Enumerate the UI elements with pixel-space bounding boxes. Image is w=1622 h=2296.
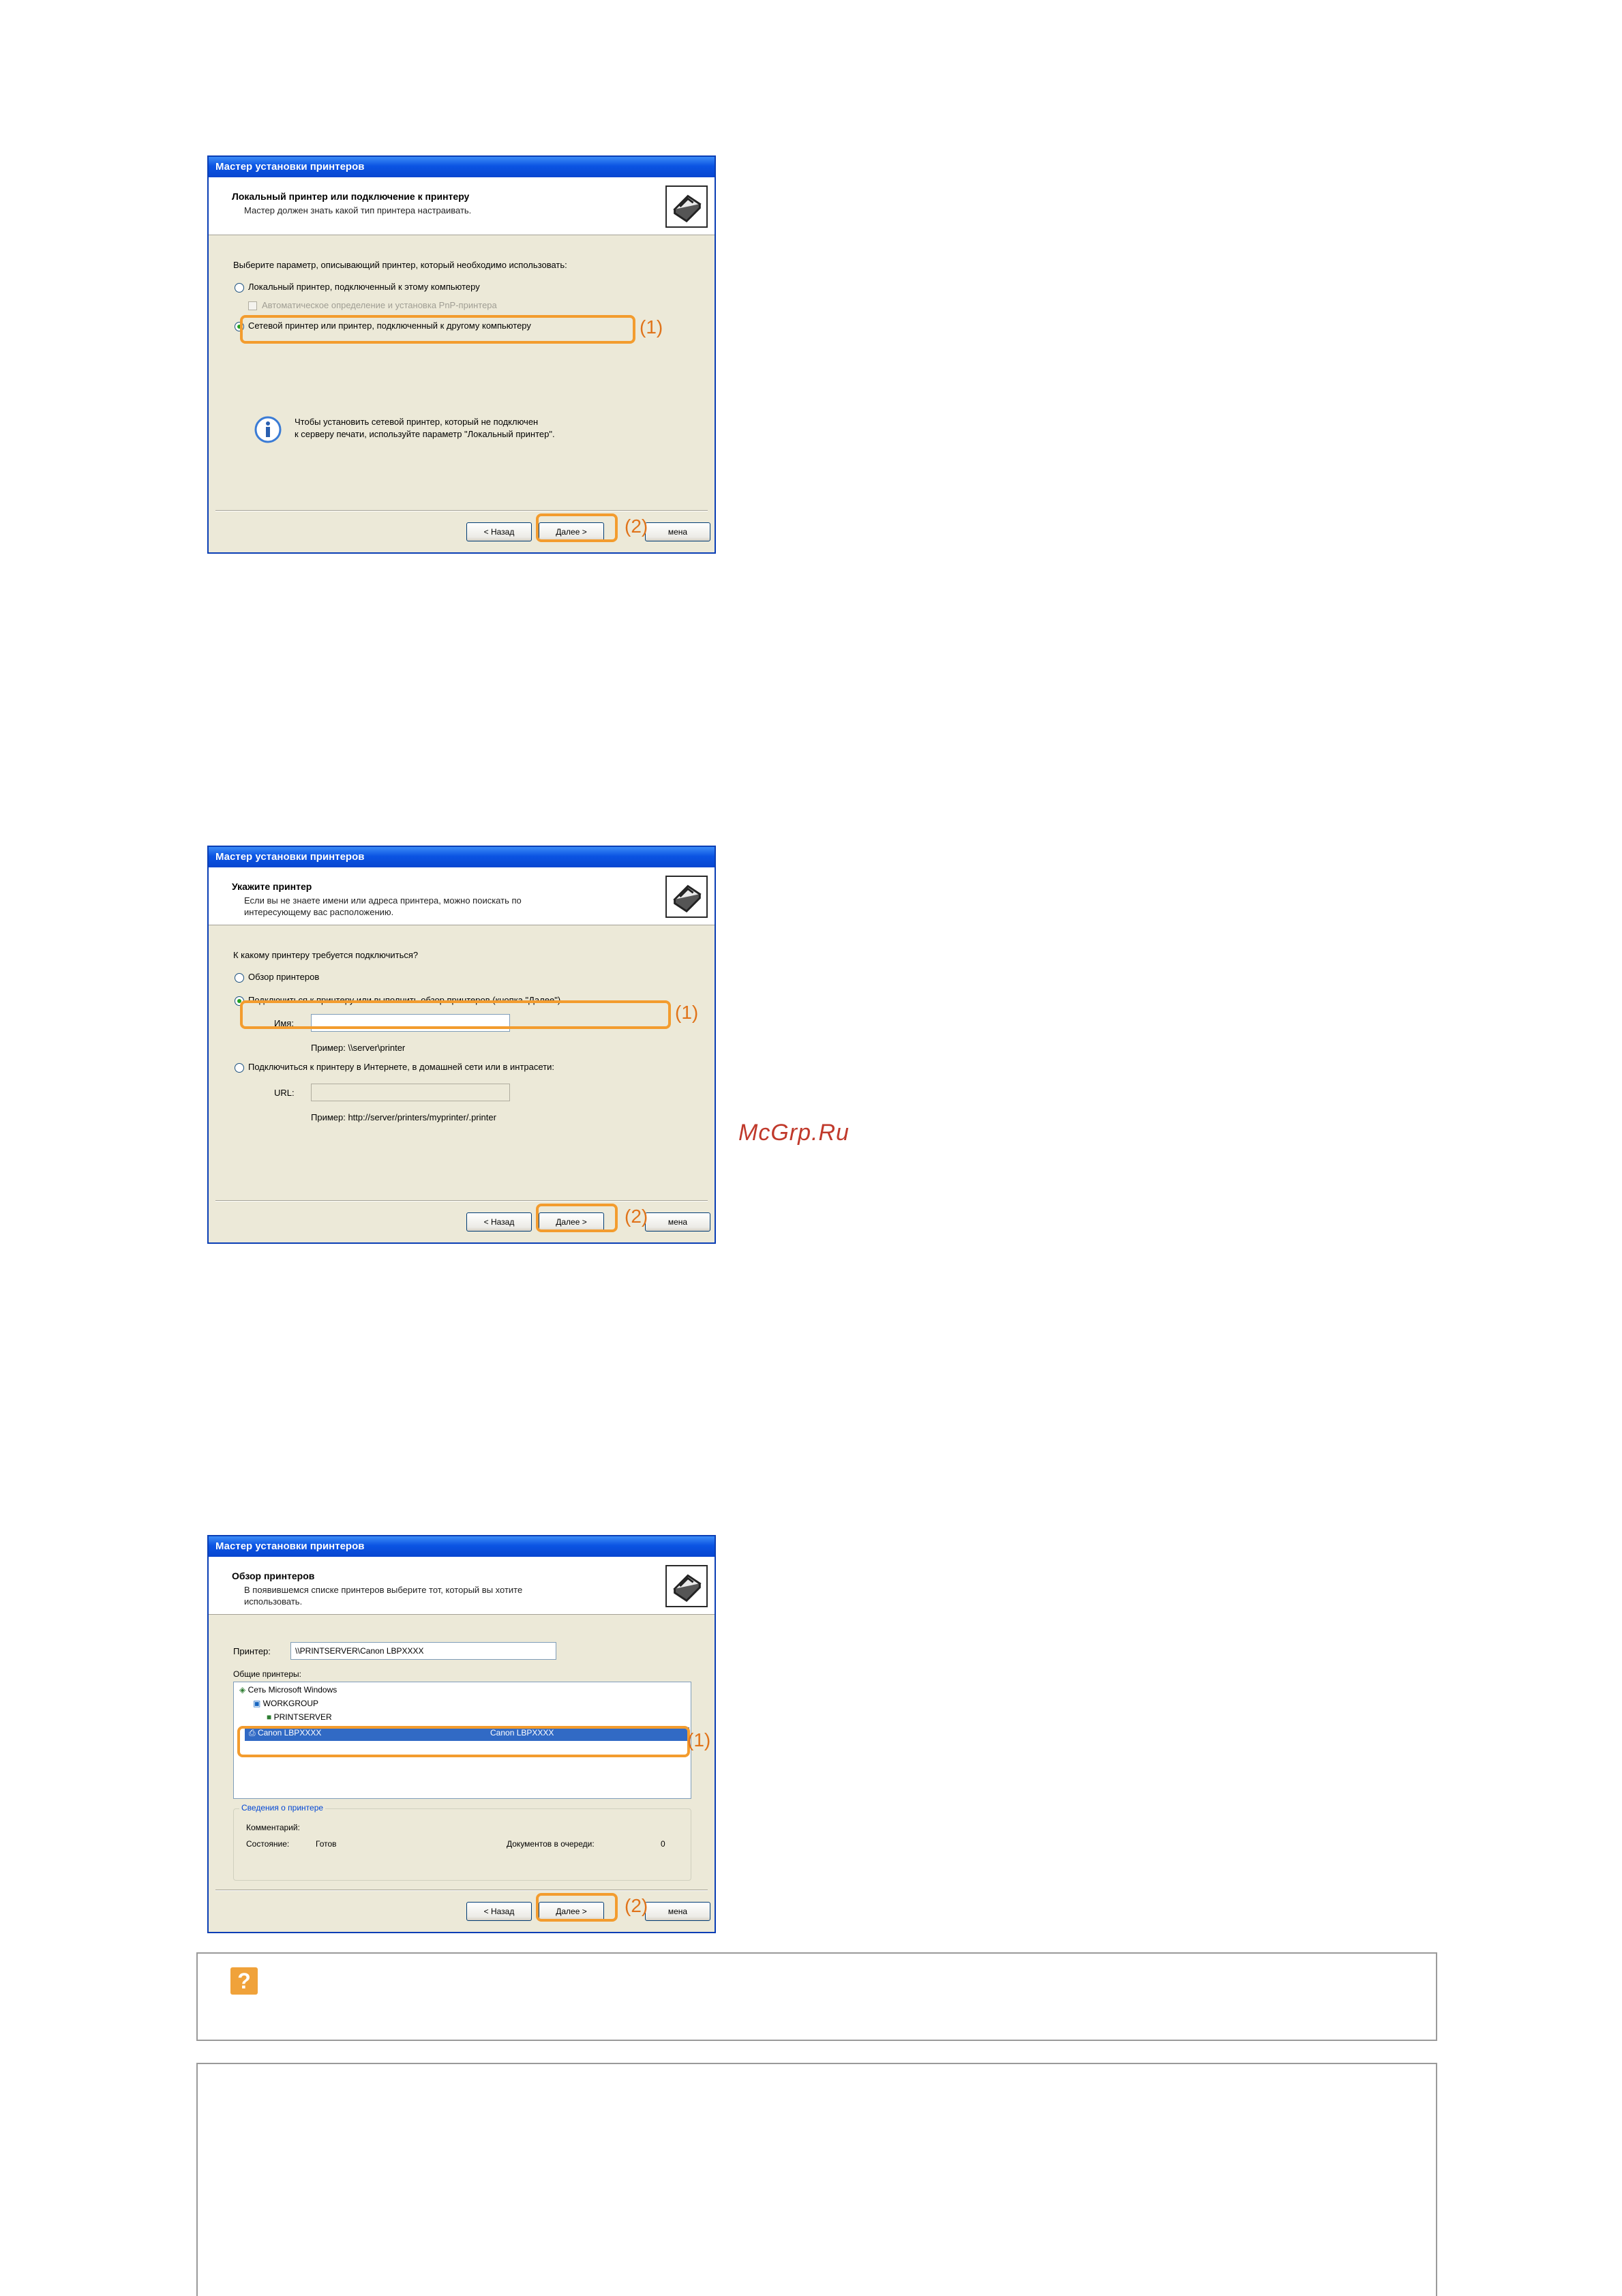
highlight-printer-row (237, 1726, 690, 1757)
workgroup-icon: ▣ (253, 1699, 263, 1708)
back-button[interactable]: < Назад (466, 1902, 532, 1921)
printer-path-input[interactable]: \\PRINTSERVER\Canon LBPXXXX (290, 1642, 556, 1660)
printer-wizard-icon (665, 1565, 708, 1607)
highlight-next-button (536, 1204, 618, 1232)
watermark-text: McGrp.Ru (738, 1120, 850, 1146)
status-value: Готов (316, 1839, 337, 1849)
wizard-window-1: Мастер установки принтеров Локальный при… (207, 155, 716, 554)
question-icon: ? (230, 1967, 258, 1995)
wizard-header: Локальный принтер или подключение к прин… (209, 177, 715, 235)
wizard-header: Укажите принтер Если вы не знаете имени … (209, 867, 715, 925)
wizard-window-2: Мастер установки принтеров Укажите принт… (207, 846, 716, 1244)
radio-local-label: Локальный принтер, подключенный к этому … (248, 282, 480, 292)
header-subtitle-line-1: Если вы не знаете имени или адреса принт… (244, 895, 522, 906)
queue-value: 0 (661, 1839, 665, 1849)
footer-divider (215, 510, 708, 511)
annotation-2: (2) (625, 1206, 648, 1227)
header-subtitle-line-2: интересующему вас расположению. (244, 907, 394, 917)
header-subtitle-line-1: В появившемся списке принтеров выберите … (244, 1585, 523, 1595)
url-label: URL: (274, 1088, 295, 1098)
header-title: Обзор принтеров (232, 1570, 315, 1581)
wizard-header: Обзор принтеров В появившемся списке при… (209, 1557, 715, 1615)
highlight-next-button (536, 1893, 618, 1922)
cancel-button[interactable]: мена (645, 1212, 710, 1232)
computer-icon: ■ (267, 1712, 274, 1722)
tree-label: PRINTSERVER (273, 1712, 332, 1722)
header-subtitle: В появившемся списке принтеров выберите … (244, 1584, 626, 1607)
printer-wizard-icon (665, 185, 708, 228)
printer-info-group: Сведения о принтере Комментарий: Состоян… (233, 1803, 691, 1881)
queue-label: Документов в очереди: (507, 1839, 595, 1849)
tree-item-server[interactable]: ■ PRINTSERVER (267, 1712, 332, 1722)
cancel-button[interactable]: мена (645, 522, 710, 541)
wizard-body: Выберите параметр, описывающий принтер, … (209, 235, 715, 510)
annotation-1: (1) (675, 1002, 699, 1023)
back-button[interactable]: < Назад (466, 522, 532, 541)
shared-printers-label: Общие принтеры: (233, 1669, 301, 1679)
comment-label: Комментарий: (246, 1823, 300, 1832)
pnp-checkbox-label: Автоматическое определение и установка P… (262, 300, 497, 310)
footer-divider (215, 1200, 708, 1202)
cancel-button[interactable]: мена (645, 1902, 710, 1921)
annotation-1: (1) (640, 316, 663, 338)
info-line-2: к серверу печати, используйте параметр "… (295, 429, 555, 439)
radio-internet[interactable] (235, 1063, 244, 1073)
header-subtitle: Мастер должен знать какой тип принтера н… (244, 205, 472, 215)
highlight-network-option (240, 315, 635, 344)
highlight-next-button (536, 513, 618, 542)
annotation-2: (2) (625, 1895, 648, 1916)
radio-browse-label: Обзор принтеров (248, 972, 320, 982)
note-box (196, 2063, 1437, 2296)
printer-label: Принтер: (233, 1646, 271, 1656)
annotation-2: (2) (625, 516, 648, 537)
group-title: Сведения о принтере (239, 1803, 326, 1813)
url-input[interactable] (311, 1084, 510, 1101)
title-bar[interactable]: Мастер установки принтеров (209, 1536, 715, 1557)
header-subtitle-line-2: использовать. (244, 1596, 303, 1607)
tree-item-workgroup[interactable]: ▣ WORKGROUP (253, 1699, 318, 1708)
radio-local-printer[interactable] (235, 283, 244, 293)
tree-label: Сеть Microsoft Windows (247, 1685, 337, 1695)
network-icon: ◈ (239, 1685, 248, 1695)
tree-item-network[interactable]: ◈ Сеть Microsoft Windows (239, 1685, 337, 1695)
help-note-box: ? (196, 1952, 1437, 2041)
title-bar[interactable]: Мастер установки принтеров (209, 157, 715, 177)
status-label: Состояние: (246, 1839, 290, 1849)
header-title: Локальный принтер или подключение к прин… (232, 191, 470, 202)
header-subtitle: Если вы не знаете имени или адреса принт… (244, 895, 626, 918)
printer-wizard-icon (665, 876, 708, 918)
footer-divider (215, 1890, 708, 1891)
name-example: Пример: \\server\printer (311, 1043, 406, 1053)
info-line-1: Чтобы установить сетевой принтер, которы… (295, 417, 539, 427)
info-icon (254, 415, 282, 444)
header-title: Укажите принтер (232, 881, 312, 892)
url-example: Пример: http://server/printers/myprinter… (311, 1112, 496, 1122)
radio-browse[interactable] (235, 973, 244, 983)
radio-internet-label: Подключиться к принтеру в Интернете, в д… (248, 1062, 555, 1072)
title-bar[interactable]: Мастер установки принтеров (209, 847, 715, 867)
tree-label: WORKGROUP (262, 1699, 319, 1708)
back-button[interactable]: < Назад (466, 1212, 532, 1232)
annotation-1: (1) (687, 1729, 711, 1750)
prompt-text: Выберите параметр, описывающий принтер, … (233, 260, 567, 270)
wizard-body: К какому принтеру требуется подключиться… (209, 925, 715, 1200)
pnp-checkbox[interactable] (248, 301, 257, 310)
prompt-text: К какому принтеру требуется подключиться… (233, 950, 419, 960)
highlight-connect-option (240, 1000, 671, 1029)
